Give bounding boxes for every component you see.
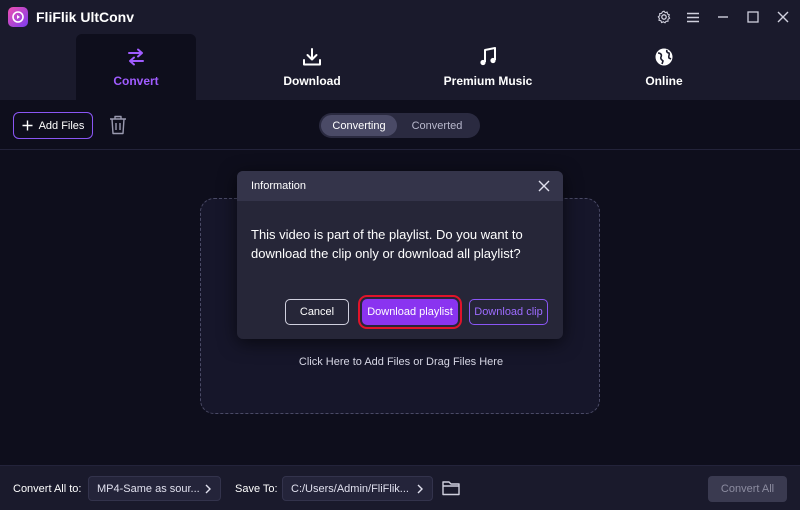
app-title: FliFlik UltConv bbox=[36, 9, 134, 25]
convert-all-to-label: Convert All to: bbox=[13, 483, 82, 495]
bottom-bar: Convert All to: MP4-Same as sour... Save… bbox=[0, 465, 800, 510]
tab-premium-music[interactable]: Premium Music bbox=[428, 34, 548, 100]
toolbar: Add Files Converting Converted bbox=[0, 100, 800, 150]
download-icon bbox=[302, 46, 322, 68]
save-to-label: Save To: bbox=[235, 483, 278, 495]
folder-icon[interactable] bbox=[442, 480, 462, 498]
close-icon[interactable] bbox=[772, 6, 794, 28]
save-path-select[interactable]: C:/Users/Admin/FliFlik... bbox=[282, 476, 433, 501]
chevron-right-icon bbox=[417, 484, 423, 494]
title-bar: FliFlik UltConv bbox=[0, 0, 800, 34]
plus-icon bbox=[22, 120, 33, 131]
minimize-icon[interactable] bbox=[712, 6, 734, 28]
cancel-button[interactable]: Cancel bbox=[285, 299, 349, 325]
hamburger-icon[interactable] bbox=[682, 6, 704, 28]
music-note-icon bbox=[479, 46, 497, 68]
dialog-title: Information bbox=[251, 180, 307, 192]
tab-download-label: Download bbox=[283, 74, 341, 88]
tab-online[interactable]: Online bbox=[604, 34, 724, 100]
tab-convert-label: Convert bbox=[113, 74, 159, 88]
globe-icon bbox=[654, 46, 674, 68]
tab-download[interactable]: Download bbox=[252, 34, 372, 100]
information-dialog: Information This video is part of the pl… bbox=[237, 171, 563, 339]
dialog-header: Information bbox=[237, 171, 563, 201]
download-clip-button[interactable]: Download clip bbox=[469, 299, 548, 325]
convert-all-button[interactable]: Convert All bbox=[708, 476, 787, 502]
tab-converting[interactable]: Converting bbox=[321, 115, 397, 136]
output-format-select[interactable]: MP4-Same as sour... bbox=[88, 476, 221, 501]
chevron-right-icon bbox=[205, 484, 211, 494]
tab-premium-music-label: Premium Music bbox=[443, 74, 533, 88]
status-segmented-control: Converting Converted bbox=[319, 113, 480, 138]
tab-convert[interactable]: Convert bbox=[76, 34, 196, 100]
add-files-button[interactable]: Add Files bbox=[13, 112, 93, 139]
main-nav: Convert Download Premium Music Online bbox=[0, 34, 800, 100]
convert-arrows-icon bbox=[126, 46, 146, 68]
add-files-label: Add Files bbox=[38, 119, 85, 132]
tab-online-label: Online bbox=[645, 74, 683, 88]
app-logo-icon bbox=[8, 7, 28, 27]
maximize-icon[interactable] bbox=[742, 6, 764, 28]
download-playlist-button[interactable]: Download playlist bbox=[358, 295, 462, 329]
gear-icon[interactable] bbox=[653, 6, 675, 28]
dialog-close-icon[interactable] bbox=[535, 177, 553, 195]
output-format-value: MP4-Same as sour... bbox=[97, 482, 200, 495]
tab-converted[interactable]: Converted bbox=[397, 115, 477, 136]
trash-icon[interactable] bbox=[109, 115, 129, 137]
drop-zone-text: Click Here to Add Files or Drag Files He… bbox=[298, 356, 504, 368]
dialog-message: This video is part of the playlist. Do y… bbox=[251, 227, 523, 261]
save-path-value: C:/Users/Admin/FliFlik... bbox=[291, 482, 409, 495]
